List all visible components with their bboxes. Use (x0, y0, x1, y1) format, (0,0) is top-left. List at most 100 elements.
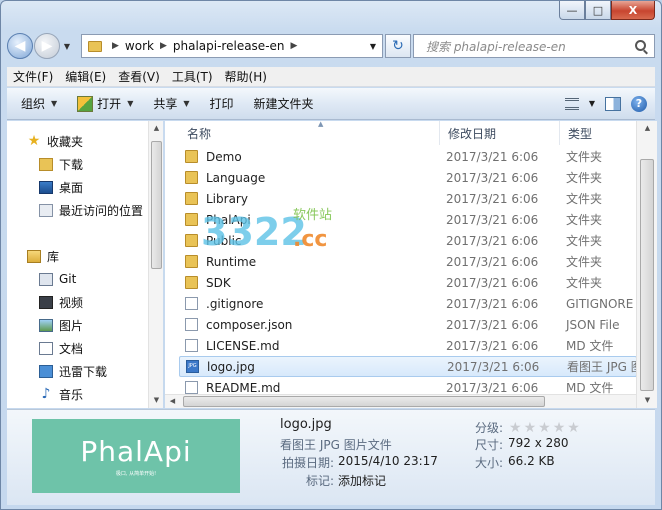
star-icon[interactable]: ★ (509, 420, 522, 436)
scroll-up-icon[interactable]: ▲ (149, 121, 164, 136)
menu-file[interactable]: 文件(F) (7, 68, 59, 85)
file-row[interactable]: Language 2017/3/21 6:06 文件夹 (179, 167, 636, 188)
folder-icon (185, 171, 198, 184)
file-modified-date: 2017/3/21 6:06 (446, 338, 539, 353)
nav-item-thunder-downloads[interactable]: 迅雷下载 (39, 361, 107, 381)
address-bar[interactable]: ▶ work ▶ phalapi-release-en ▶ ▼ (81, 34, 383, 58)
menu-view[interactable]: 查看(V) (112, 68, 166, 85)
back-button[interactable]: ◀ (7, 33, 33, 59)
search-input[interactable]: 搜索 phalapi-release-en (413, 34, 655, 58)
help-icon[interactable]: ? (631, 95, 647, 112)
file-row[interactable]: PhalApi 2017/3/21 6:06 文件夹 (179, 209, 636, 230)
rating-stars[interactable]: ★ ★ ★ ★ ★ (509, 420, 580, 436)
file-row[interactable]: Runtime 2017/3/21 6:06 文件夹 (179, 251, 636, 272)
open-button[interactable]: 打开 ▼ (67, 88, 143, 119)
nav-item-videos[interactable]: 视频 (39, 292, 83, 312)
share-button[interactable]: 共享 ▼ (143, 88, 199, 119)
scrollbar-thumb[interactable] (151, 141, 162, 269)
file-modified-date: 2017/3/21 6:06 (446, 233, 539, 248)
nav-item-pictures[interactable]: 图片 (39, 315, 83, 335)
menu-edit[interactable]: 编辑(E) (59, 68, 112, 85)
details-filetype: 看图王 JPG 图片文件 (280, 438, 392, 452)
file-icon (185, 381, 198, 394)
file-row[interactable]: README.md 2017/3/21 6:06 MD 文件 (179, 377, 636, 395)
organize-button[interactable]: 组织 ▼ (7, 88, 67, 119)
star-icon[interactable]: ★ (538, 420, 551, 436)
recent-places-icon (39, 203, 53, 217)
scrollbar-thumb[interactable] (183, 396, 545, 407)
scroll-down-icon[interactable]: ▼ (149, 393, 164, 408)
details-tags-label: 标记: (306, 474, 335, 488)
file-row[interactable]: LICENSE.md 2017/3/21 6:06 MD 文件 (179, 335, 636, 356)
desktop-icon (39, 180, 53, 194)
view-options-icon[interactable] (564, 97, 579, 110)
column-header-name[interactable]: 名称 ▲ (179, 121, 440, 145)
print-button[interactable]: 打印 (200, 88, 244, 119)
new-folder-button[interactable]: 新建文件夹 (244, 88, 324, 119)
chevron-down-icon: ▼ (51, 99, 58, 108)
star-icon[interactable]: ★ (567, 420, 580, 436)
nav-item-label: 迅雷下载 (59, 364, 108, 379)
menu-bar: 文件(F) 编辑(E) 查看(V) 工具(T) 帮助(H) (7, 67, 655, 87)
chevron-right-icon[interactable]: ▶ (285, 41, 304, 51)
preview-pane-icon[interactable] (605, 96, 621, 111)
scrollbar-thumb[interactable] (640, 159, 654, 391)
downloads-folder-icon (39, 157, 53, 171)
nav-item-documents[interactable]: 文档 (39, 338, 83, 358)
file-row[interactable]: composer.json 2017/3/21 6:06 JSON File (179, 314, 636, 335)
file-icon (185, 339, 198, 352)
file-row[interactable]: Public 2017/3/21 6:06 文件夹 (179, 230, 636, 251)
chevron-right-icon[interactable]: ▶ (106, 41, 125, 51)
breadcrumb-current[interactable]: phalapi-release-en (173, 39, 285, 53)
refresh-button[interactable]: ↻ (385, 34, 411, 58)
star-icon[interactable]: ★ (553, 420, 566, 436)
close-button[interactable]: X (611, 1, 655, 20)
chevron-down-icon[interactable]: ▼ (589, 99, 595, 108)
horizontal-scrollbar[interactable]: ◀ (165, 394, 636, 408)
nav-item-git[interactable]: Git (39, 269, 76, 289)
details-size-value: 66.2 KB (508, 454, 555, 468)
nav-libraries[interactable]: 库 (27, 246, 59, 266)
nav-item-downloads[interactable]: 下载 (39, 154, 83, 174)
details-date-value[interactable]: 2015/4/10 23:17 (338, 454, 438, 468)
nav-item-music[interactable]: ♪ 音乐 (39, 384, 83, 404)
file-row[interactable]: SDK 2017/3/21 6:06 文件夹 (179, 272, 636, 293)
recent-pages-dropdown[interactable]: ▼ (60, 42, 74, 51)
music-note-icon: ♪ (41, 385, 51, 402)
chevron-right-icon[interactable]: ▶ (154, 41, 173, 51)
column-header-type[interactable]: 类型 (560, 121, 636, 145)
nav-item-desktop[interactable]: 桌面 (39, 177, 83, 197)
search-icon[interactable] (635, 40, 646, 51)
file-modified-date: 2017/3/21 6:06 (446, 275, 539, 290)
folder-icon (185, 192, 198, 205)
nav-item-recent[interactable]: 最近访问的位置 (39, 200, 143, 220)
details-dims-label: 尺寸: (475, 438, 504, 452)
thumbnail-logo-text: PhalApi (80, 435, 192, 468)
star-icon[interactable]: ★ (524, 420, 537, 436)
minimize-button[interactable]: — (559, 1, 585, 20)
file-row[interactable]: Library 2017/3/21 6:06 文件夹 (179, 188, 636, 209)
vertical-scrollbar[interactable]: ▲ ▼ (636, 121, 657, 408)
file-type: 文件夹 (566, 192, 603, 206)
folder-icon (185, 234, 198, 247)
menu-tools[interactable]: 工具(T) (166, 68, 219, 85)
address-dropdown-icon[interactable]: ▼ (370, 42, 376, 51)
file-name: Public (206, 233, 242, 248)
file-row[interactable]: Demo 2017/3/21 6:06 文件夹 (179, 146, 636, 167)
menu-help[interactable]: 帮助(H) (219, 68, 273, 85)
scroll-up-icon[interactable]: ▲ (637, 121, 658, 136)
file-type: 文件夹 (566, 234, 603, 248)
nav-favorites[interactable]: ★ 收藏夹 (27, 131, 83, 151)
scroll-down-icon[interactable]: ▼ (637, 393, 658, 408)
file-modified-date: 2017/3/21 6:06 (446, 254, 539, 269)
file-row[interactable]: JPG logo.jpg 2017/3/21 6:06 看图王 JPG 图片文件 (179, 356, 636, 377)
file-row[interactable]: .gitignore 2017/3/21 6:06 GITIGNORE 文件 (179, 293, 636, 314)
navigation-pane-scrollbar[interactable]: ▲ ▼ (148, 121, 163, 408)
navigation-pane: ★ 收藏夹 下载 桌面 最近访问的位置 库 Git 视频 图片 文档 迅雷下载 … (7, 121, 163, 408)
forward-button[interactable]: ▶ (34, 33, 60, 59)
maximize-button[interactable]: □ (585, 1, 611, 20)
breadcrumb-work[interactable]: work (125, 39, 154, 53)
scroll-left-icon[interactable]: ◀ (165, 394, 180, 409)
details-tags-value[interactable]: 添加标记 (338, 472, 386, 489)
column-header-date[interactable]: 修改日期 (440, 121, 560, 145)
